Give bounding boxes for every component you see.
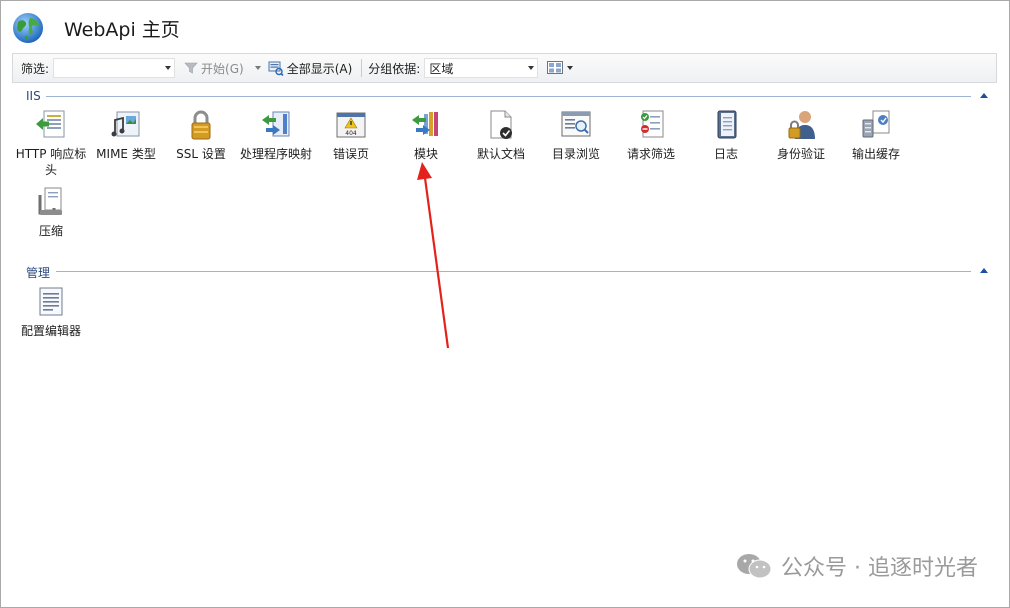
annotation-arrow [417, 162, 450, 349]
watermark: 公众号 · 追逐时光者 [735, 550, 978, 582]
wechat-icon [737, 554, 772, 579]
watermark-text: 公众号 · 追逐时光者 [781, 556, 978, 581]
